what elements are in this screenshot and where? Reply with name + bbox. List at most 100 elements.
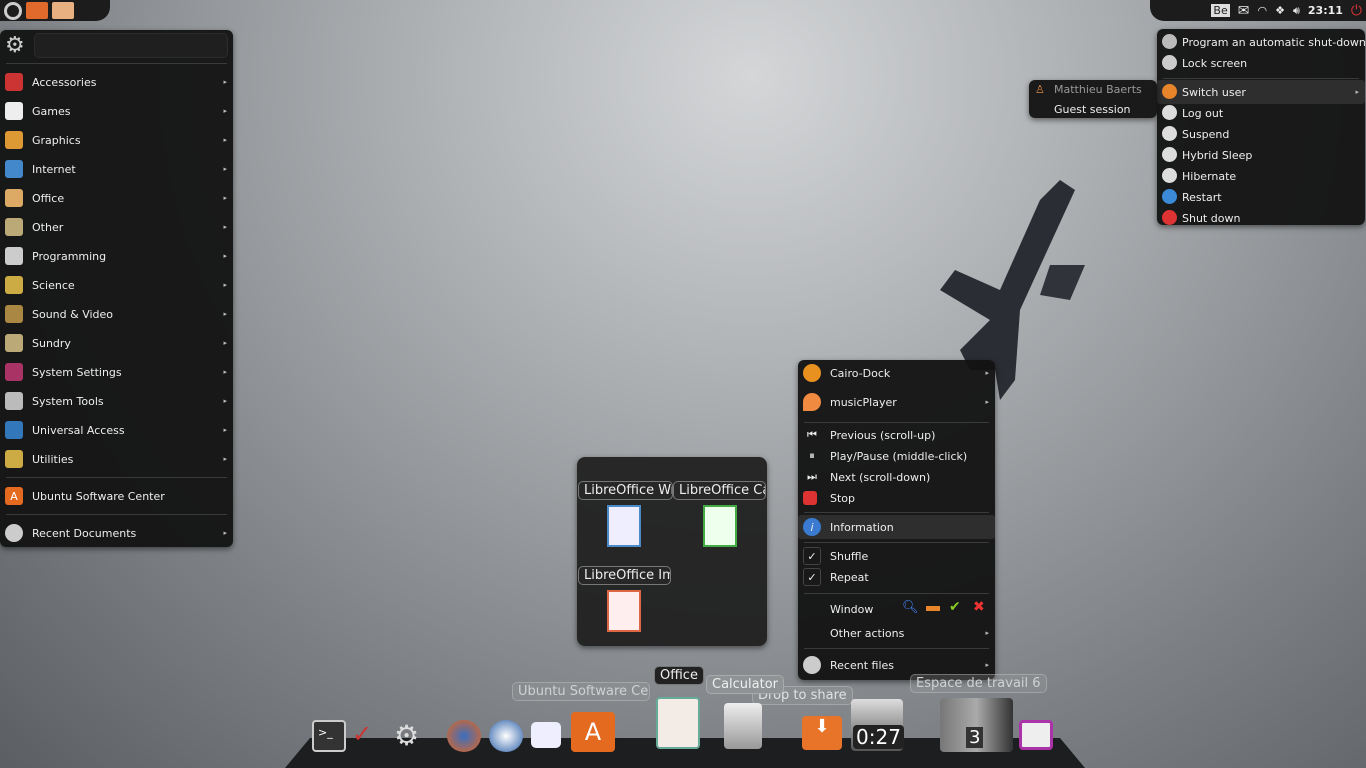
writer-label: LibreOffice Writer <box>578 481 673 500</box>
cairo-dock-icon <box>803 364 821 382</box>
session-menu: Program an automatic shut-down Lock scree… <box>1157 29 1366 225</box>
brush-icon <box>5 131 23 149</box>
submenu-arrow-icon: ▸ <box>223 397 227 405</box>
timer-display: 0:27 <box>853 725 904 749</box>
menu-item-software-center[interactable]: A Ubuntu Software Center <box>0 484 233 508</box>
info-icon: i <box>803 518 821 536</box>
menu-item-other[interactable]: Other ▸ <box>0 215 233 239</box>
menu-item-accessories[interactable]: Accessories ▸ <box>0 70 233 94</box>
submenu-arrow-icon: ▸ <box>223 310 227 318</box>
menu-item-cairo-dock[interactable]: Cairo-Dock ▸ <box>798 361 995 385</box>
session-item-shut-down[interactable]: Shut down <box>1157 206 1365 230</box>
box-icon <box>5 334 23 352</box>
thunderbird-icon[interactable] <box>489 720 523 752</box>
session-item-lock-screen[interactable]: Lock screen <box>1157 51 1365 75</box>
accessibility-icon <box>5 421 23 439</box>
documents-folder-icon[interactable] <box>52 2 74 19</box>
recent-documents-icon <box>5 524 23 542</box>
knife-icon <box>5 73 23 91</box>
submenu-arrow-icon: ▸ <box>223 223 227 231</box>
submenu-arrow-icon: ▸ <box>223 165 227 173</box>
zoom-window-icon[interactable]: 🔍︎ <box>902 600 919 615</box>
menu-item-system-tools[interactable]: System Tools ▸ <box>0 389 233 413</box>
office-subdock: LibreOffice Writer LibreOffice Calc Libr… <box>577 457 767 646</box>
menu-item-office[interactable]: Office ▸ <box>0 186 233 210</box>
wifi-icon[interactable]: ◠ <box>1257 4 1267 17</box>
terminal-icon[interactable]: >_ <box>312 720 346 752</box>
menu-item-window: Window <box>830 602 874 616</box>
window-app-icon[interactable] <box>1019 720 1053 750</box>
checkbox-repeat[interactable]: ✓ Repeat <box>798 565 995 589</box>
firefox-icon[interactable] <box>447 720 481 752</box>
submenu-arrow-icon: ▸ <box>223 281 227 289</box>
close-window-icon[interactable]: ✖ <box>973 599 985 615</box>
office-tooltip: Office <box>654 666 704 685</box>
menu-item-sundry[interactable]: Sundry ▸ <box>0 331 233 355</box>
downloads-folder-icon[interactable]: ⬇ <box>802 716 842 750</box>
menu-item-other-actions[interactable]: Other actions ▸ <box>798 621 995 645</box>
submenu-arrow-icon: ▸ <box>223 339 227 347</box>
menu-item-internet[interactable]: Internet ▸ <box>0 157 233 181</box>
menu-item-utilities[interactable]: Utilities ▸ <box>0 447 233 471</box>
menu-item-science[interactable]: Science ▸ <box>0 273 233 297</box>
office-stack-icon[interactable] <box>656 697 700 749</box>
task-checker-icon[interactable]: ✓ <box>352 720 386 752</box>
settings-gears-icon: ⚙ <box>5 33 25 58</box>
menu-item-universal-access[interactable]: Universal Access ▸ <box>0 418 233 442</box>
maximize-window-icon[interactable]: ✔ <box>949 599 961 615</box>
menu-item-graphics[interactable]: Graphics ▸ <box>0 128 233 152</box>
libreoffice-calc-icon[interactable] <box>703 505 737 547</box>
be-icon[interactable]: Be <box>1211 4 1230 17</box>
software-center-icon: A <box>5 487 23 505</box>
menu-item-system-settings[interactable]: System Settings ▸ <box>0 360 233 384</box>
pen-icon <box>5 247 23 265</box>
menu-item-programming[interactable]: Programming ▸ <box>0 244 233 268</box>
calc-label: LibreOffice Calc <box>673 481 766 500</box>
clock-icon <box>1162 147 1177 162</box>
menu-item-games[interactable]: Games ▸ <box>0 99 233 123</box>
system-settings-icon[interactable]: ⚙ <box>394 720 428 752</box>
menu-item-music-player[interactable]: musicPlayer ▸ <box>798 390 995 414</box>
volume-icon[interactable]: 🔊︎ <box>1293 4 1300 18</box>
libreoffice-impress-icon[interactable] <box>607 590 641 632</box>
power-icon[interactable]: ⏻ <box>1351 3 1362 19</box>
submenu-arrow-icon: ▸ <box>223 426 227 434</box>
top-left-panel <box>0 0 110 21</box>
user-guest-session[interactable]: Guest session <box>1054 103 1131 116</box>
previous-icon: ⏮ <box>807 428 817 441</box>
submenu-arrow-icon: ▸ <box>223 252 227 260</box>
top-right-panel: Be ✉ ◠ ❖ 🔊︎ 23:11 ⏻ <box>1150 0 1366 21</box>
libreoffice-writer-icon[interactable] <box>607 505 641 547</box>
music-player-icon <box>803 393 821 411</box>
calculator-tooltip: Calculator <box>706 675 785 694</box>
menu-item-information[interactable]: i Information <box>798 515 995 539</box>
menu-item-stop[interactable]: Stop <box>798 486 995 510</box>
menu-item-recent-documents[interactable]: Recent Documents ▸ <box>0 521 233 545</box>
globe-icon <box>5 160 23 178</box>
lock-screen-icon <box>1162 55 1177 70</box>
menu-item-sound-video[interactable]: Sound & Video ▸ <box>0 302 233 326</box>
minimize-window-icon[interactable] <box>926 606 940 611</box>
dropbox-icon[interactable]: ❖ <box>1275 4 1285 17</box>
submenu-arrow-icon: ▸ <box>223 194 227 202</box>
clock-icon <box>1162 168 1177 183</box>
chat-icon[interactable] <box>531 722 561 748</box>
software-center-dock-icon[interactable]: A <box>571 712 615 752</box>
stop-icon <box>803 491 817 505</box>
office-icon <box>5 189 23 207</box>
submenu-arrow-icon: ▸ <box>223 455 227 463</box>
ubuntu-logo-icon[interactable] <box>4 1 22 20</box>
submenu-arrow-icon: ▸ <box>223 107 227 115</box>
calculator-icon[interactable] <box>724 703 762 749</box>
submenu-arrow-icon: ▸ <box>223 529 227 537</box>
mail-icon[interactable]: ✉ <box>1238 3 1250 19</box>
submenu-arrow-icon: ▸ <box>1355 88 1359 96</box>
menu-search-input[interactable] <box>34 33 228 58</box>
checkmark-icon: ✓ <box>803 568 821 586</box>
user-matthieu[interactable]: Matthieu Baerts <box>1054 83 1142 96</box>
submenu-arrow-icon: ▸ <box>223 368 227 376</box>
home-folder-icon[interactable] <box>26 2 48 19</box>
clock[interactable]: 23:11 <box>1308 4 1343 17</box>
utilities-icon <box>5 450 23 468</box>
pause-icon: ⏸ <box>809 449 815 462</box>
